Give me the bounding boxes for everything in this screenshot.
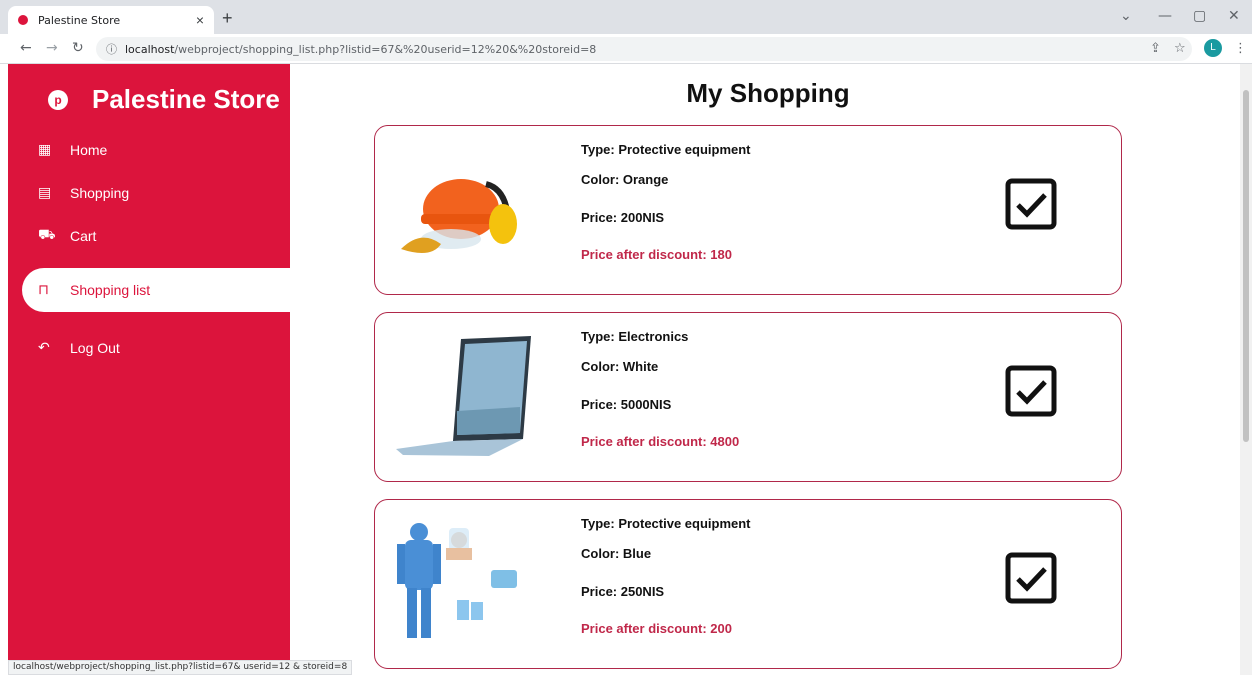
scrollbar-thumb[interactable] [1243,90,1249,442]
item-type: Type: Protective equipment [581,516,751,531]
sidebar-item-logout[interactable]: ↶ Log Out [8,326,290,370]
item-discount-price: Price after discount: 4800 [581,434,740,449]
store-icon: ▤ [38,185,52,201]
url-host: localhost [125,42,175,56]
shopping-item-card: Type: Protective equipment Color: Orange… [374,125,1122,295]
sidebar-item-label: Shopping list [70,282,151,298]
brand: p Palestine Store [48,84,280,115]
menu-icon[interactable]: ⋮ [1234,41,1247,56]
bag-icon: ⊓ [38,282,49,298]
page-title: My Shopping [686,78,850,108]
shopping-item-card: Type: Electronics Color: White Price: 50… [374,312,1122,482]
item-price: Price: 5000NIS [581,397,672,412]
tab-close-icon[interactable]: × [196,12,204,28]
favicon-icon [18,15,28,25]
item-discount-price: Price after discount: 200 [581,621,732,636]
reload-icon[interactable]: ↻ [72,40,84,56]
laptop-image [396,336,531,456]
checkbox-checked-icon[interactable] [1005,365,1057,417]
shopping-item-card: Type: Protective equipment Color: Blue P… [374,499,1122,669]
browser-toolbar: ← → ↻ ⓘ localhost /webproject/shopping_l… [0,34,1252,64]
page-scrollbar[interactable] [1240,64,1252,675]
address-bar[interactable]: ⓘ localhost /webproject/shopping_list.ph… [96,37,1192,61]
minimize-icon[interactable]: — [1158,8,1172,24]
browser-tabstrip: Palestine Store × + ⌄ — ▢ ✕ [0,0,1252,34]
bookmark-star-icon[interactable]: ☆ [1174,41,1186,56]
sidebar-item-home[interactable]: ▦ Home [8,128,290,172]
brand-name: Palestine Store [92,84,280,114]
sidebar-item-shopping-list[interactable]: ⊓ Shopping list [22,268,290,312]
grid-icon: ▦ [38,142,52,158]
logout-icon: ↶ [38,340,50,356]
item-price: Price: 250NIS [581,584,665,599]
item-color: Color: Blue [581,546,652,561]
maximize-icon[interactable]: ▢ [1193,8,1206,24]
new-tab-button[interactable]: + [222,8,233,29]
tab-search-icon[interactable]: ⌄ [1120,8,1132,24]
sidebar-item-label: Home [70,142,108,158]
close-window-icon[interactable]: ✕ [1228,8,1240,24]
item-color: Color: Orange [581,172,669,187]
back-icon[interactable]: ← [20,40,32,56]
checkbox-checked-icon[interactable] [1005,552,1057,604]
item-price: Price: 200NIS [581,210,665,225]
checkbox-checked-icon[interactable] [1005,178,1057,230]
sidebar-item-shopping[interactable]: ▤ Shopping [8,171,290,215]
forward-icon[interactable]: → [46,40,58,56]
profile-avatar[interactable]: L [1204,39,1222,57]
cart-icon: ⛟ [38,227,56,243]
sidebar-item-cart[interactable]: ⛟ Cart [8,214,290,258]
tab-title: Palestine Store [38,13,121,27]
item-type: Type: Electronics [581,329,689,344]
url-path: /webproject/shopping_list.php?listid=67&… [174,42,597,56]
sidebar-item-label: Shopping [70,185,130,201]
sidebar-item-label: Log Out [70,340,120,356]
safety-gear-image [401,179,517,253]
pinterest-logo-icon: p [48,89,68,110]
item-color: Color: White [581,359,659,374]
site-info-icon[interactable]: ⓘ [106,41,117,57]
browser-tab[interactable]: Palestine Store × [8,6,214,34]
item-type: Type: Protective equipment [581,142,751,157]
protective-suit-image [397,523,517,638]
sidebar-item-label: Cart [70,228,97,244]
item-discount-price: Price after discount: 180 [581,247,732,262]
status-bar-url: localhost/webproject/shopping_list.php?l… [8,660,353,675]
share-icon[interactable]: ⇪ [1150,41,1161,56]
sidebar: p Palestine Store ▦ Home ▤ Shopping ⛟ Ca… [8,64,290,675]
